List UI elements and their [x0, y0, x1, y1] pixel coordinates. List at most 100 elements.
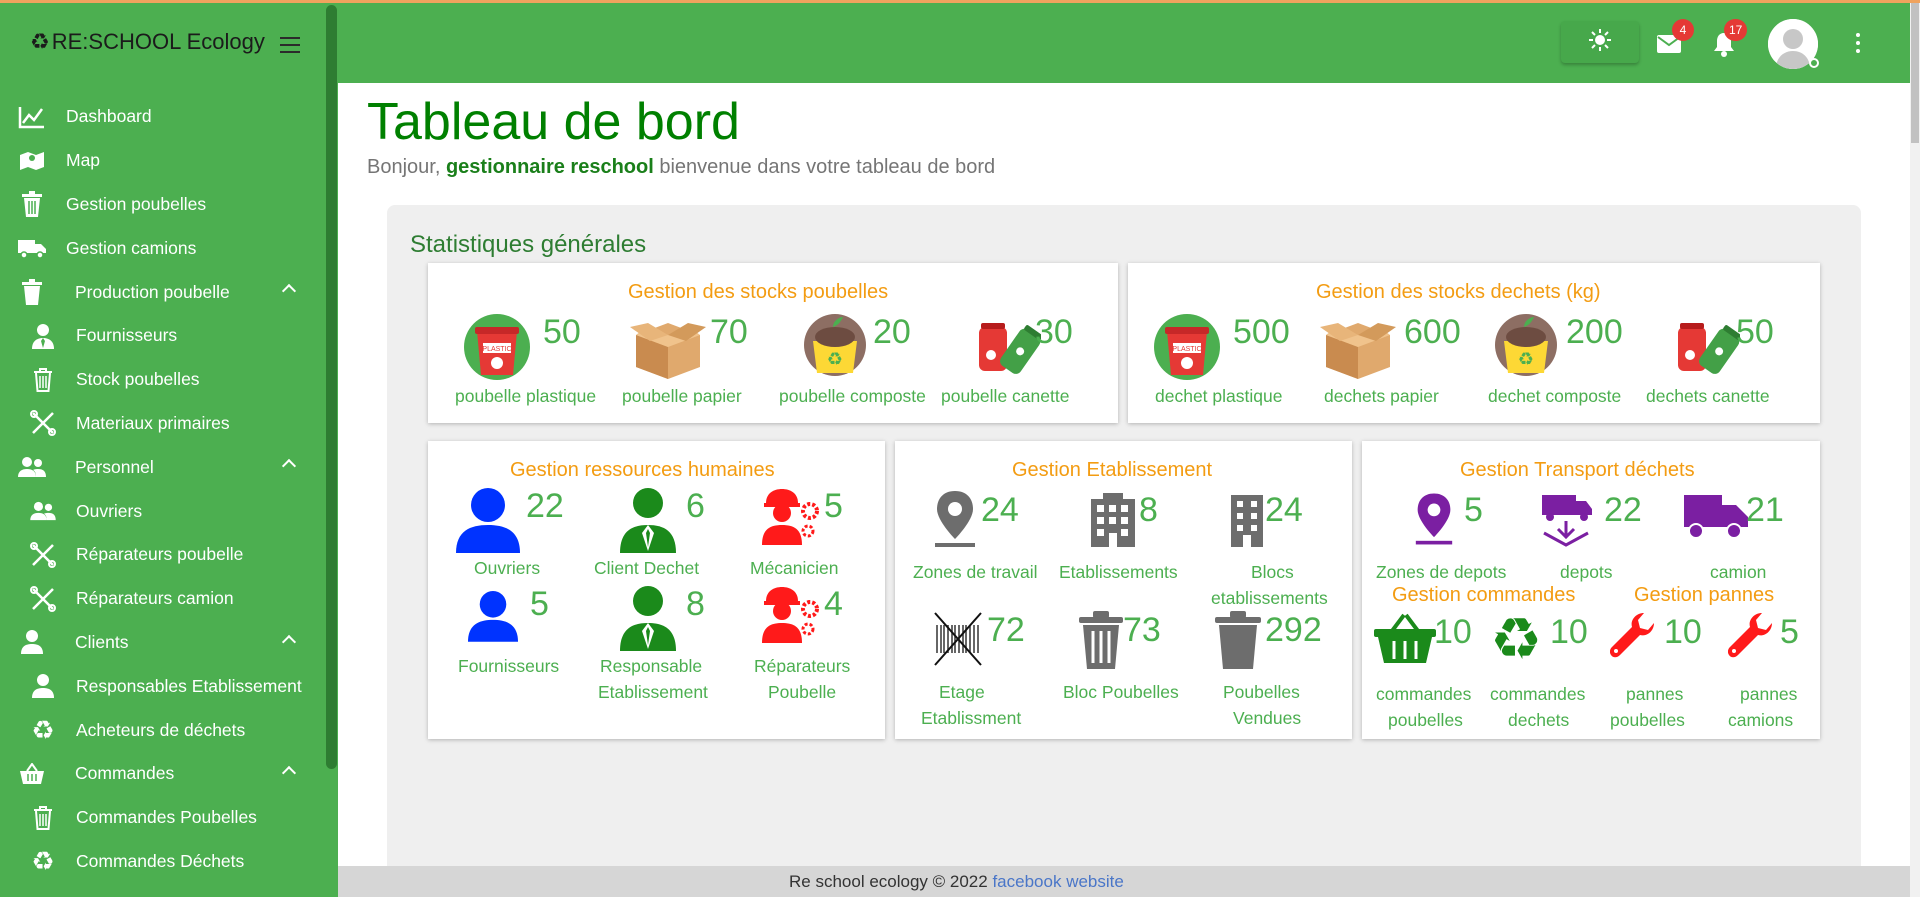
- stat-label: Zones de depots: [1376, 562, 1507, 582]
- sidebar-item-reparateurs-camion[interactable]: Réparateurs camion: [0, 577, 326, 621]
- stat-label: Responsable: [600, 656, 703, 676]
- stat-value: 200: [1566, 313, 1623, 351]
- card-title: Gestion des stocks poubelles: [628, 281, 889, 303]
- stat-label: Ouvriers: [474, 558, 541, 578]
- stat-value: 8: [1139, 491, 1158, 529]
- facebook-link[interactable]: facebook: [992, 872, 1061, 891]
- stat-label: depots: [1560, 562, 1613, 582]
- users-icon: [28, 496, 58, 526]
- theme-toggle-button[interactable]: [1561, 21, 1639, 63]
- sidebar-group-clients[interactable]: Clients: [0, 621, 326, 665]
- stat-label-line2: Etablissment: [921, 708, 1022, 728]
- users-icon: [17, 452, 47, 482]
- sidebar-item-ouvriers[interactable]: Ouvriers: [0, 489, 326, 533]
- stat-label: poubelle canette: [941, 386, 1070, 406]
- brand[interactable]: ♻RE:SCHOOL Ecology: [30, 29, 265, 55]
- sidebar-group-personnel[interactable]: Personnel: [0, 445, 326, 489]
- chevron-up-icon[interactable]: [281, 284, 297, 299]
- stat-label: Blocs: [1251, 562, 1294, 582]
- stat-value: 72: [987, 611, 1025, 649]
- stat-value: 50: [543, 313, 581, 351]
- recycle-icon: ♻: [31, 714, 55, 745]
- cans-icon: [975, 313, 1043, 386]
- chevron-up-icon[interactable]: [281, 765, 297, 781]
- card-stocks-dechets: Gestion des stocks dechets (kg) PLASTIC …: [1128, 263, 1820, 423]
- map-icon: [17, 146, 47, 176]
- sidebar-item-map[interactable]: Map: [0, 139, 326, 183]
- hamburger-menu-icon[interactable]: [280, 37, 300, 58]
- stat-label: Etablissements: [1059, 562, 1178, 582]
- sidebar-group-production-poubelle[interactable]: Production poubelle: [0, 270, 326, 314]
- more-vert-icon[interactable]: [1856, 33, 1862, 57]
- stat-label: Etage: [939, 682, 985, 702]
- chevron-up-icon[interactable]: [281, 459, 297, 474]
- stat-label: dechets papier: [1324, 386, 1439, 406]
- stat-value: 22: [526, 487, 564, 525]
- user-gears-icon: [762, 487, 822, 552]
- cardboard-box-icon: [1318, 313, 1398, 386]
- card-stocks-poubelles: Gestion des stocks poubelles PLASTIC 50 …: [428, 263, 1118, 423]
- stat-label-line2: dechets: [1508, 710, 1570, 730]
- sidebar-item-label: Gestion poubelles: [66, 193, 207, 214]
- sidebar-item-responsables-etablissement[interactable]: Responsables Etablissement: [0, 664, 326, 708]
- sidebar-item-acheteurs-dechets[interactable]: ♻ Acheteurs de déchets: [0, 708, 326, 752]
- sidebar-item-fournisseurs[interactable]: Fournisseurs: [0, 314, 326, 358]
- chevron-up-icon[interactable]: [281, 634, 297, 649]
- sidebar-item-reparateurs-poubelle[interactable]: Réparateurs poubelle: [0, 533, 326, 577]
- sidebar-item-label: Fournisseurs: [76, 325, 178, 346]
- stat-label-line2: camions: [1728, 710, 1794, 730]
- stat-label: Client Dechet: [594, 558, 700, 578]
- svg-text:PLASTIC: PLASTIC: [482, 346, 511, 353]
- svg-text:♻: ♻: [1518, 349, 1534, 370]
- sidebar-item-commandes-dechets[interactable]: ♻ Commandes Déchets: [0, 840, 326, 884]
- sidebar-item-label: Production poubelle: [75, 281, 230, 302]
- stat-label: pannes: [1740, 684, 1798, 704]
- user-icon: [17, 627, 47, 657]
- page-scrollbar[interactable]: [1910, 3, 1920, 897]
- stat-label-line2: Vendues: [1233, 708, 1302, 728]
- sidebar-group-commandes[interactable]: Commandes: [0, 752, 326, 796]
- user-tie-icon: [620, 585, 676, 656]
- plastic-bin-icon: PLASTIC: [463, 313, 531, 386]
- stat-label-line2: poubelles: [1610, 710, 1685, 730]
- user-icon: [468, 585, 518, 652]
- website-link[interactable]: website: [1066, 872, 1124, 891]
- sidebar-item-materiaux-primaires[interactable]: Materiaux primaires: [0, 402, 326, 446]
- footer-text: Re school ecology © 2022 facebook websit…: [789, 872, 1124, 892]
- sidebar-item-stock-poubelles[interactable]: Stock poubelles: [0, 358, 326, 402]
- stat-label: Fournisseurs: [458, 656, 560, 676]
- sidebar-item-label: Dashboard: [66, 106, 152, 127]
- stat-value: 10: [1550, 613, 1588, 651]
- stat-value: 500: [1233, 313, 1290, 351]
- sidebar-item-commandes-poubelles[interactable]: Commandes Poubelles: [0, 796, 326, 840]
- stat-value: 5: [1464, 491, 1483, 529]
- sidebar-item-label: Commandes Déchets: [76, 850, 245, 871]
- tools-icon: [28, 584, 58, 614]
- stat-value: 5: [824, 487, 843, 525]
- sidebar-item-gestion-camions[interactable]: Gestion camions: [0, 226, 326, 270]
- wrench-icon: [1727, 613, 1774, 664]
- sidebar-item-label: Map: [66, 150, 101, 171]
- recycle-icon: ♻: [1490, 605, 1542, 673]
- sidebar-item-label: Réparateurs camion: [76, 588, 234, 609]
- stat-value: 6: [686, 487, 705, 525]
- map-marker-icon: [933, 491, 977, 552]
- stat-value: 22: [1604, 491, 1642, 529]
- stat-label: dechet plastique: [1155, 386, 1283, 406]
- plastic-bin-icon: PLASTIC: [1153, 313, 1221, 386]
- stat-value: 50: [1736, 313, 1774, 351]
- user-tie-icon: [28, 321, 58, 351]
- compost-bin-icon: ♻: [1494, 313, 1558, 382]
- stat-label-line2: etablissements: [1211, 588, 1328, 608]
- svg-text:PLASTIC: PLASTIC: [1172, 346, 1201, 353]
- sidebar-item-dashboard[interactable]: Dashboard: [0, 95, 326, 139]
- mail-badge: 4: [1672, 19, 1694, 41]
- card-title: Gestion Transport déchets: [1460, 459, 1695, 481]
- sidebar-scrollbar[interactable]: [326, 5, 337, 769]
- greeting: Bonjour,: [367, 156, 441, 178]
- stat-label: Zones de travail: [913, 562, 1038, 582]
- sidebar-item-gestion-poubelles[interactable]: Gestion poubelles: [0, 183, 326, 227]
- page-subtitle: Bonjour, gestionnaire reschool bienvenue…: [367, 156, 995, 179]
- user-icon: [456, 487, 520, 558]
- sidebar-item-label: Commandes: [75, 763, 175, 784]
